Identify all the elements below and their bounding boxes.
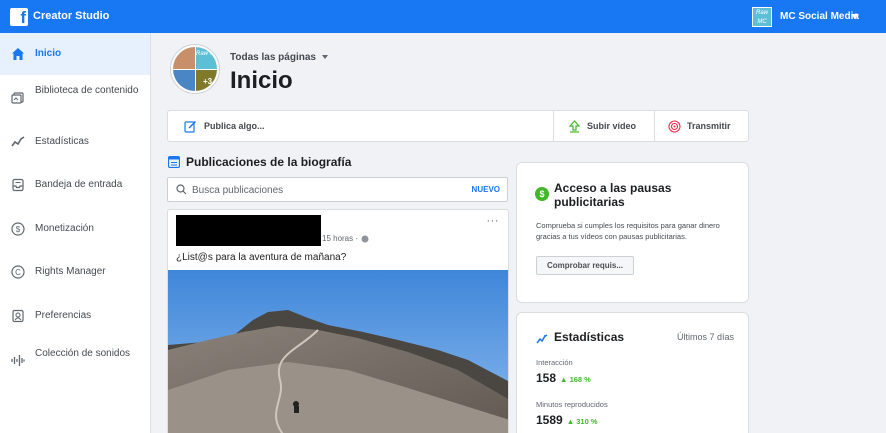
create-post-label: Publica algo... [204, 121, 265, 131]
upload-video-label: Subir vídeo [587, 121, 637, 131]
sidebar-item-inicio[interactable]: Inicio [0, 33, 150, 75]
section-title-text: Publicaciones de la biografía [186, 155, 352, 169]
metric-delta: ▲ 310 % [567, 417, 598, 426]
dollar-icon: $ [10, 221, 26, 237]
sidebar-item-rights-manager[interactable]: C Rights Manager [0, 251, 150, 293]
arrow-up-icon: ▲ [560, 375, 568, 384]
sidebar-item-label: Bandeja de entrada [35, 179, 123, 190]
inbox-icon [10, 177, 26, 193]
pages-avatar-group[interactable]: Raw MC +3 [171, 45, 219, 93]
sidebar-item-label: Estadísticas [35, 136, 89, 147]
page-thumbnail [173, 47, 195, 69]
metric-label: Minutos reproducidos [536, 400, 608, 409]
main-content: Raw MC +3 Todas las páginas Inicio Publi… [151, 33, 886, 433]
create-post-button[interactable]: Publica algo... [184, 111, 484, 141]
upload-video-button[interactable]: Subir vídeo [568, 111, 658, 141]
post-text: ¿List@s para la aventura de mañana? [176, 252, 347, 263]
new-post-button[interactable]: NUEVO [472, 185, 500, 194]
more-options-icon[interactable]: ··· [487, 215, 500, 227]
stats-title: Estadísticas [554, 330, 625, 344]
divider [654, 111, 655, 141]
ad-breaks-description: Comprueba si cumples los requisitos para… [536, 221, 720, 241]
svg-text:$: $ [16, 225, 21, 234]
sidebar-item-bandeja[interactable]: Bandeja de entrada [0, 164, 150, 206]
post-timestamp[interactable]: 15 horas · [322, 234, 369, 243]
composer-bar: Publica algo... Subir vídeo Transmitir [167, 110, 749, 142]
sidebar: Inicio Biblioteca de contenido Estadísti… [0, 33, 151, 433]
metric-delta-value: 168 % [569, 375, 591, 384]
more-pages-count: +3 [196, 70, 217, 91]
sidebar-item-preferencias[interactable]: Preferencias [0, 295, 150, 337]
sidebar-item-label: Biblioteca de contenido [35, 85, 139, 96]
metric-number: 1589 [536, 413, 563, 427]
search-icon [176, 184, 187, 195]
sidebar-item-label: Rights Manager [35, 266, 106, 277]
globe-icon [361, 235, 369, 243]
chevron-down-icon[interactable] [851, 14, 859, 19]
page-selector-label: Todas las páginas [230, 52, 316, 63]
metric-delta: ▲ 168 % [560, 375, 591, 384]
settings-icon [10, 308, 26, 324]
sidebar-item-label: Inicio [35, 48, 62, 59]
metric-label: Interacción [536, 358, 573, 367]
check-eligibility-button[interactable]: Comprobar requis... [536, 256, 634, 275]
insights-icon [536, 332, 548, 350]
arrow-up-icon: ▲ [566, 417, 575, 426]
svg-text:C: C [15, 268, 21, 277]
redacted-author [176, 215, 321, 246]
facebook-logo-icon[interactable]: f [10, 8, 28, 27]
section-title: Publicaciones de la biografía [168, 155, 351, 169]
edit-icon [184, 120, 197, 133]
post-search: NUEVO [167, 177, 508, 202]
sidebar-item-label: Preferencias [35, 310, 92, 321]
metric-value: 158 ▲ 168 % [536, 371, 591, 385]
sidebar-item-estadisticas[interactable]: Estadísticas [0, 121, 150, 163]
app-title[interactable]: Creator Studio [33, 10, 109, 22]
metric-delta-value: 310 % [576, 417, 598, 426]
insights-icon [10, 134, 26, 150]
chevron-down-icon [321, 55, 328, 60]
sidebar-item-sonidos[interactable]: Colección de sonidos [0, 339, 150, 381]
metric-value: 1589 ▲ 310 % [536, 413, 598, 427]
timeline-icon [168, 156, 180, 168]
live-icon [668, 119, 681, 133]
sidebar-item-biblioteca[interactable]: Biblioteca de contenido [0, 77, 150, 117]
upload-icon [568, 119, 581, 133]
stats-period[interactable]: Últimos 7 días [677, 332, 734, 342]
metric-number: 158 [536, 371, 557, 385]
post-card: 15 horas · ··· ¿List@s para la aventura … [167, 209, 509, 433]
library-icon [10, 89, 26, 105]
copyright-icon: C [10, 264, 26, 280]
sound-icon [10, 352, 26, 368]
page-thumbnail [173, 70, 195, 91]
sidebar-item-label: Colección de sonidos [35, 348, 131, 359]
post-photo[interactable] [168, 270, 508, 433]
go-live-button[interactable]: Transmitir [668, 111, 748, 141]
page-thumbnail: Raw MC [196, 47, 217, 69]
go-live-label: Transmitir [687, 121, 731, 131]
sidebar-item-monetizacion[interactable]: $ Monetización [0, 208, 150, 250]
search-input[interactable] [192, 182, 452, 198]
page-switcher-name[interactable]: MC Social Media [780, 11, 859, 22]
dollar-icon: $ [535, 187, 549, 201]
divider [553, 111, 554, 141]
stats-card: Estadísticas Últimos 7 días Interacción … [516, 312, 749, 433]
sidebar-item-label: Monetización [35, 223, 94, 234]
home-icon [10, 46, 26, 62]
top-bar: f Creator Studio Raw MC MC Social Media [0, 0, 886, 33]
page-selector-dropdown[interactable]: Todas las páginas [230, 52, 328, 63]
ad-breaks-card: $ Acceso a las pausas publicitarias Comp… [516, 162, 749, 303]
post-time-text: 15 horas · [322, 234, 359, 243]
page-title: Inicio [230, 67, 293, 94]
ad-breaks-title: Acceso a las pausas publicitarias [554, 181, 672, 209]
page-avatar[interactable]: Raw MC [752, 7, 772, 27]
